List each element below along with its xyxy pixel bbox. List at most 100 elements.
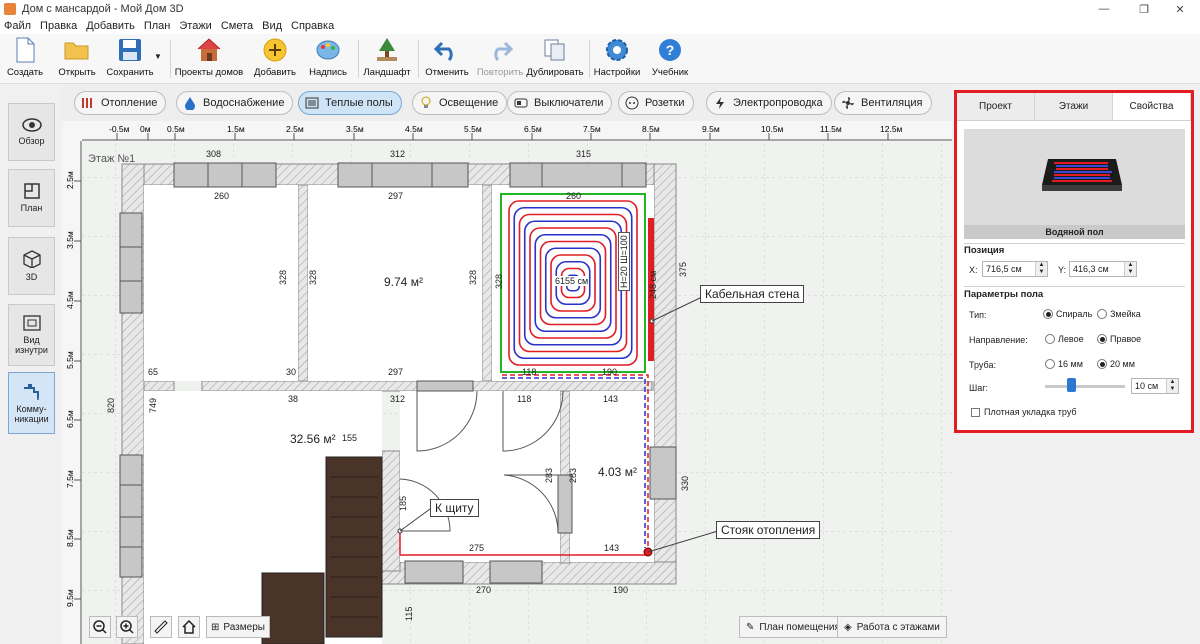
y-position-input[interactable]: 416,3 см ▲ ▼ xyxy=(1069,261,1137,277)
zoom-out-button[interactable] xyxy=(89,616,111,638)
dimension-label: 248 см xyxy=(648,271,658,299)
x-position-input[interactable]: 716,5 см ▲ ▼ xyxy=(982,261,1048,277)
tab-lighting[interactable]: Освещение xyxy=(412,91,508,115)
floor-plan-canvas[interactable]: -0.5м 0м 0.5м 1.5м 2.5м 3.5м 4.5м 5.5м 6.5м 7.5м 8… xyxy=(62,121,952,644)
dimension-label: 190 xyxy=(613,585,628,595)
ruler-label: 5.5м xyxy=(464,124,482,134)
dimension-label: 38 xyxy=(288,394,298,404)
tab-sockets[interactable]: Розетки xyxy=(618,91,694,115)
radio-dot-icon xyxy=(1097,334,1107,344)
radio-dot-icon xyxy=(1097,359,1107,369)
zoom-in-icon xyxy=(120,620,134,634)
type-spiral-radio[interactable]: Спираль xyxy=(1043,309,1092,319)
tab-properties[interactable]: Свойства xyxy=(1113,93,1191,120)
y-label: Y: xyxy=(1058,265,1067,275)
direction-right-radio[interactable]: Правое xyxy=(1097,334,1141,344)
dimension-label: 297 xyxy=(388,367,403,377)
minimize-button[interactable]: — xyxy=(1084,0,1124,18)
ruler-label: 3.5м xyxy=(65,231,75,249)
new-file-icon xyxy=(11,36,39,64)
dense-laying-checkbox[interactable]: Плотная укладка труб xyxy=(971,407,1077,417)
open-button[interactable]: Открыть xyxy=(56,36,98,82)
object-preview: Водяной пол xyxy=(964,129,1185,239)
undo-button[interactable]: Отменить xyxy=(424,36,470,82)
spinner-arrows-icon[interactable]: ▲ ▼ xyxy=(1166,379,1178,393)
properties-frame: Проект Этажи Свойства Водяной пол Позици… xyxy=(954,90,1194,433)
step-slider-thumb[interactable] xyxy=(1066,378,1076,392)
floor-label: Этаж №1 xyxy=(88,153,136,165)
close-button[interactable]: ✕ xyxy=(1160,0,1200,18)
house-icon xyxy=(195,36,223,64)
ruler-label: 6.5м xyxy=(65,410,75,428)
spinner-arrows-icon[interactable]: ▲ ▼ xyxy=(1035,262,1047,276)
dimension-label: 270 xyxy=(476,585,491,595)
add-button[interactable]: Добавить xyxy=(254,36,296,82)
floors-work-button[interactable]: ◈ Работа с этажами xyxy=(837,616,947,638)
dimension-label: 297 xyxy=(388,191,403,201)
direction-left-radio[interactable]: Левое xyxy=(1045,334,1084,344)
ruler-label: 4.5м xyxy=(405,124,423,134)
zoom-in-button[interactable] xyxy=(116,616,138,638)
tab-floor-heating[interactable]: Теплые полы xyxy=(298,91,402,115)
menu-view[interactable]: Вид xyxy=(262,20,282,32)
step-input[interactable]: 10 см ▲ ▼ xyxy=(1131,378,1179,394)
home-view-button[interactable] xyxy=(178,616,200,638)
room-area-label: 9.74 м² xyxy=(384,275,423,289)
pipe-20-radio[interactable]: 20 мм xyxy=(1097,359,1135,369)
pipe-16-radio[interactable]: 16 мм xyxy=(1045,359,1083,369)
tutorial-button[interactable]: ? Учебник xyxy=(648,36,692,82)
room-area-label: 32.56 м² xyxy=(290,432,336,446)
inside-view-button[interactable]: Вид изнутри xyxy=(8,304,55,366)
menu-add[interactable]: Добавить xyxy=(86,20,135,32)
ruler-label: 0м xyxy=(140,124,151,134)
dimension-label: 65 xyxy=(148,367,158,377)
dimension-label: 275 xyxy=(469,543,484,553)
menu-bar: Файл Правка Добавить План Этажи Смета Ви… xyxy=(0,18,1200,34)
room-area-label: 4.03 м² xyxy=(598,465,637,479)
dimension-label: 115 xyxy=(404,607,414,621)
maximize-button[interactable]: ❐ xyxy=(1124,0,1164,18)
tab-floors[interactable]: Этажи xyxy=(1035,93,1113,120)
direction-label: Направление: xyxy=(969,335,1028,345)
room-plan-button[interactable]: ✎ План помещения xyxy=(739,616,847,638)
menu-floors[interactable]: Этажи xyxy=(179,20,211,32)
spinner-arrows-icon[interactable]: ▲ ▼ xyxy=(1124,262,1136,276)
redo-button[interactable]: Повторить xyxy=(476,36,524,82)
dimension-label: 118 xyxy=(517,394,531,404)
tab-project[interactable]: Проект xyxy=(957,93,1035,120)
save-dropdown-icon[interactable]: ▼ xyxy=(154,52,162,61)
radio-dot-icon xyxy=(1045,334,1055,344)
sizes-toggle-button[interactable]: ⊞ Размеры xyxy=(206,616,270,638)
plan-view-button[interactable]: План xyxy=(8,169,55,227)
tab-water-supply[interactable]: Водоснабжение xyxy=(176,91,294,115)
communications-button[interactable]: Комму-никации xyxy=(8,372,55,434)
step-slider-track[interactable] xyxy=(1045,385,1125,388)
tab-heating[interactable]: Отопление xyxy=(74,91,167,115)
label-button[interactable]: Надпись xyxy=(306,36,350,82)
settings-button[interactable]: Настройки xyxy=(594,36,640,82)
tab-switches[interactable]: Выключатели xyxy=(507,91,613,115)
plan-icon xyxy=(23,183,40,199)
menu-estimate[interactable]: Смета xyxy=(221,20,253,32)
view-3d-button[interactable]: 3D xyxy=(8,237,55,295)
landscape-button[interactable]: Ландшафт xyxy=(363,36,411,82)
dimension-label: 155 xyxy=(342,433,357,443)
redo-icon xyxy=(486,36,514,64)
menu-file[interactable]: Файл xyxy=(4,20,31,32)
ruler-label: 8.5м xyxy=(642,124,660,134)
tab-wiring[interactable]: Электропроводка xyxy=(706,91,832,115)
ruler-button[interactable] xyxy=(150,616,172,638)
create-button[interactable]: Создать xyxy=(6,36,44,82)
menu-help[interactable]: Справка xyxy=(291,20,334,32)
properties-panel: Проект Этажи Свойства Водяной пол Позици… xyxy=(952,85,1200,644)
house-projects-button[interactable]: Проекты домов xyxy=(175,36,243,82)
menu-plan[interactable]: План xyxy=(144,20,171,32)
tab-ventilation[interactable]: Вентиляция xyxy=(834,91,932,115)
duplicate-button[interactable]: Дублировать xyxy=(526,36,584,82)
step-label: Шаг: xyxy=(969,383,989,393)
save-button[interactable]: Сохранить xyxy=(104,36,156,82)
type-snake-radio[interactable]: Змейка xyxy=(1097,309,1141,319)
overview-button[interactable]: Обзор xyxy=(8,103,55,161)
menu-edit[interactable]: Правка xyxy=(40,20,77,32)
dimension-label: 330 xyxy=(680,476,690,491)
